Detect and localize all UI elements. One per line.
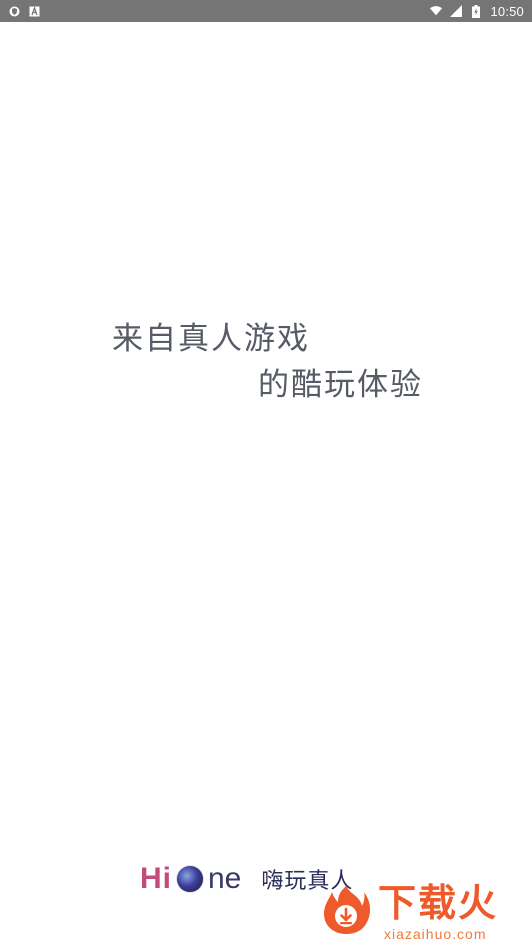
fire-download-icon	[320, 884, 372, 936]
watermark-url: xiazaihuo.com	[384, 926, 487, 942]
status-right-icons: 10:50	[430, 4, 524, 19]
cellular-signal-icon	[450, 5, 463, 17]
battery-charging-icon	[470, 4, 482, 18]
status-left-icons	[8, 5, 40, 17]
status-bar: 10:50	[0, 0, 532, 22]
brand-hi-text: Hi	[140, 862, 172, 895]
font-a-icon	[28, 5, 40, 17]
brand-ne-text: ne	[208, 862, 242, 895]
wifi-icon	[430, 5, 443, 17]
shield-icon	[8, 5, 20, 17]
watermark: 下载火 xiazaihuo.com	[316, 880, 526, 944]
galaxy-planet-icon	[177, 866, 203, 892]
status-time: 10:50	[490, 3, 524, 19]
tagline-line-2: 的酷玩体验	[258, 367, 423, 403]
tagline-line-1: 来自真人游戏	[112, 321, 310, 357]
splash-screen: 10:50 来自真人游戏 的酷玩体验 Hi ne 嗨玩真人 下载火 xiazai…	[0, 0, 532, 946]
watermark-title: 下载火	[378, 881, 499, 925]
